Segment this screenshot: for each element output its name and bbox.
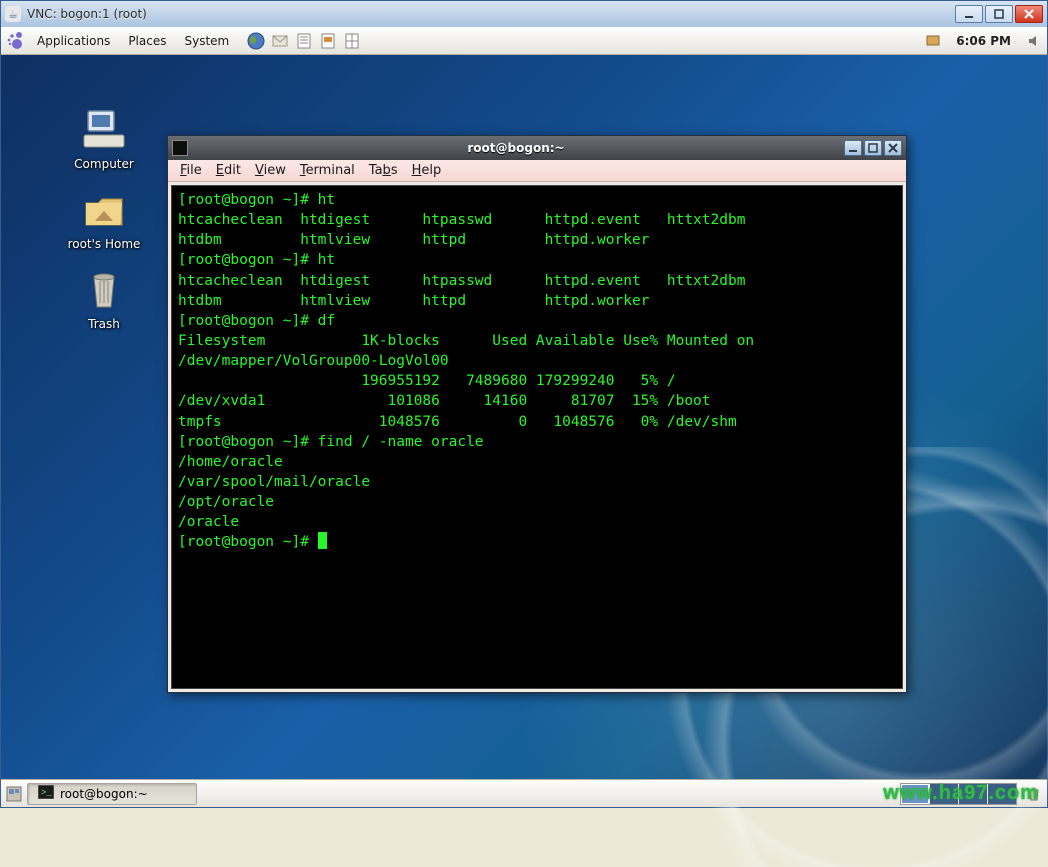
terminal-menu-terminal[interactable]: Terminal: [294, 159, 361, 182]
desktop-icon-label: root's Home: [49, 237, 159, 251]
workspace-switcher[interactable]: [900, 783, 1017, 805]
computer-icon: [80, 105, 128, 153]
terminal-menu-file[interactable]: File: [174, 159, 208, 182]
launcher-impress-icon[interactable]: [317, 30, 339, 52]
terminal-maximize-button[interactable]: [864, 140, 882, 156]
tray-volume-icon[interactable]: [1025, 32, 1043, 50]
launcher-writer-icon[interactable]: [293, 30, 315, 52]
vnc-maximize-button[interactable]: [985, 5, 1013, 23]
terminal-small-icon: >_: [38, 785, 54, 802]
desktop-icon-computer[interactable]: Computer: [49, 105, 159, 171]
vnc-title: VNC: bogon:1 (root): [27, 7, 147, 21]
close-icon: [1024, 9, 1034, 19]
terminal-close-button[interactable]: [884, 140, 902, 156]
desktop-icon-trash[interactable]: Trash: [49, 265, 159, 331]
terminal-menubar: File Edit View Terminal Tabs Help: [168, 160, 906, 182]
desktop-icon-home[interactable]: root's Home: [49, 185, 159, 251]
workspace-4[interactable]: [988, 784, 1016, 804]
desktop-icon-label: Computer: [49, 157, 159, 171]
panel-clock[interactable]: 6:06 PM: [948, 34, 1019, 48]
svg-text:>_: >_: [41, 788, 52, 798]
menu-applications[interactable]: Applications: [31, 30, 116, 52]
gnome-desktop: Applications Places System 6:06 PM Compu…: [1, 27, 1047, 807]
menu-places[interactable]: Places: [122, 30, 172, 52]
vnc-close-button[interactable]: [1015, 5, 1043, 23]
terminal-menu-edit[interactable]: Edit: [210, 159, 247, 182]
desktop-icon-label: Trash: [49, 317, 159, 331]
terminal-menu-help[interactable]: Help: [406, 159, 448, 182]
launcher-mail-icon[interactable]: [269, 30, 291, 52]
terminal-titlebar[interactable]: root@bogon:~: [168, 136, 906, 160]
gnome-foot-icon[interactable]: [5, 31, 25, 51]
java-icon: ☕: [5, 6, 21, 22]
trash-icon: [80, 265, 128, 313]
terminal-window: root@bogon:~ File Edit View Terminal Tab…: [167, 135, 907, 693]
taskbar-item-terminal[interactable]: >_ root@bogon:~: [27, 783, 197, 805]
terminal-menu-tabs[interactable]: Tabs: [363, 159, 404, 182]
taskbar-item-label: root@bogon:~: [60, 787, 148, 801]
terminal-title: root@bogon:~: [194, 141, 838, 155]
gnome-bottom-panel: >_ root@bogon:~: [1, 779, 1047, 807]
vnc-minimize-button[interactable]: [955, 5, 983, 23]
panel-launchers: [245, 30, 363, 52]
menu-system[interactable]: System: [178, 30, 235, 52]
workspace-2[interactable]: [930, 784, 958, 804]
maximize-icon: [994, 9, 1004, 19]
terminal-menu-view[interactable]: View: [249, 159, 292, 182]
launcher-calc-icon[interactable]: [341, 30, 363, 52]
workspace-1[interactable]: [901, 784, 929, 804]
show-desktop-button[interactable]: [5, 785, 23, 803]
vnc-titlebar[interactable]: ☕ VNC: bogon:1 (root): [1, 1, 1047, 27]
launcher-browser-icon[interactable]: [245, 30, 267, 52]
terminal-minimize-button[interactable]: [844, 140, 862, 156]
home-folder-icon: [80, 185, 128, 233]
terminal-body[interactable]: [root@bogon ~]# ht htcacheclean htdigest…: [171, 185, 903, 689]
tray-update-icon[interactable]: [924, 32, 942, 50]
vnc-window: ☕ VNC: bogon:1 (root) Applications Place…: [0, 0, 1048, 808]
gnome-top-panel: Applications Places System 6:06 PM: [1, 27, 1047, 55]
workspace-3[interactable]: [959, 784, 987, 804]
trash-applet-icon[interactable]: [1025, 785, 1043, 803]
terminal-icon: [172, 140, 188, 156]
minimize-icon: [964, 9, 974, 19]
